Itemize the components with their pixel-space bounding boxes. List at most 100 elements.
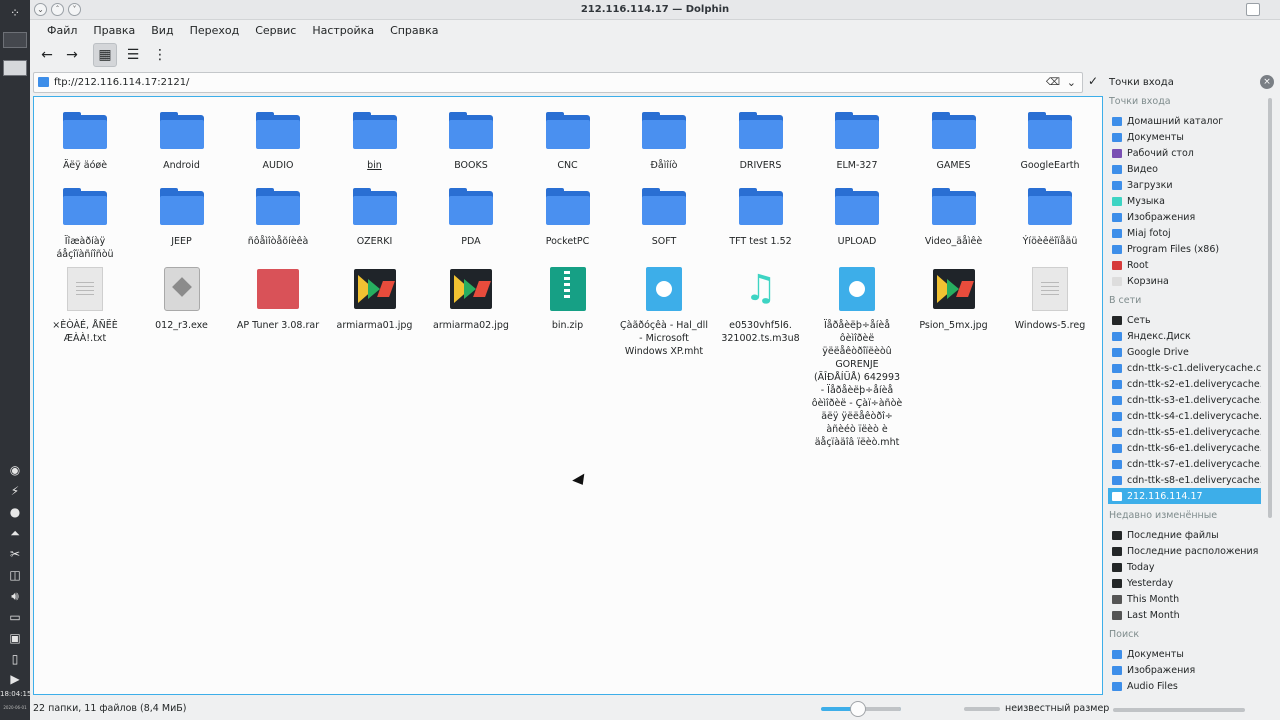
file-item[interactable]: armiarma01.jpg: [327, 267, 423, 332]
pager-desktop-1[interactable]: [3, 32, 27, 48]
places-item[interactable]: Последние файлы: [1108, 527, 1261, 543]
places-item[interactable]: Видео: [1108, 161, 1261, 177]
folder-item[interactable]: DRIVERS: [713, 111, 809, 172]
horizontal-scrollbar[interactable]: [1113, 708, 1245, 712]
screen-icon[interactable]: ◫: [5, 566, 25, 584]
folder-item[interactable]: Video_äåìêè: [906, 187, 1002, 248]
volume-icon[interactable]: 🔊︎: [5, 587, 25, 605]
folder-item[interactable]: OZERKI: [327, 187, 423, 248]
places-item[interactable]: This Month: [1108, 591, 1261, 607]
file-item[interactable]: Çàãðóçêà - Hal_dll - Microsoft Windows X…: [616, 267, 712, 358]
network-icon[interactable]: ⚡: [5, 482, 25, 500]
location-input[interactable]: ftp://212.116.114.17:2121/: [54, 77, 189, 88]
menu-item-5[interactable]: Настройка: [304, 24, 382, 37]
pager-desktop-2[interactable]: [3, 60, 27, 76]
places-item[interactable]: 212.116.114.17: [1108, 488, 1261, 504]
menu-item-4[interactable]: Сервис: [247, 24, 304, 37]
file-item[interactable]: Windows-5.reg: [1002, 267, 1098, 332]
menu-item-2[interactable]: Вид: [143, 24, 181, 37]
media-player-icon[interactable]: ◉: [5, 461, 25, 479]
details-view-icon[interactable]: ⋮: [148, 43, 172, 67]
restore-window-icon[interactable]: [1246, 3, 1260, 16]
places-item[interactable]: Audio Files: [1108, 678, 1261, 694]
file-item[interactable]: 012_r3.exe: [134, 267, 230, 332]
file-item[interactable]: ♫ e0530vhf5l6. 321002.ts.m3u8: [713, 267, 809, 345]
places-item[interactable]: cdn-ttk-s6-e1.deliverycache.co: [1108, 440, 1261, 456]
places-item[interactable]: Корзина: [1108, 273, 1261, 289]
folder-item[interactable]: CNC: [520, 111, 616, 172]
chevron-down-icon[interactable]: ⌄: [1067, 76, 1076, 89]
places-item[interactable]: Google Drive: [1108, 344, 1261, 360]
file-item[interactable]: armiarma02.jpg: [423, 267, 519, 332]
file-item[interactable]: Ïåðåèëþ÷åíèå ôèìîðèë ÿëëåêòðîïëèòû GOREN…: [809, 267, 905, 449]
updates-icon[interactable]: ⏶: [5, 524, 25, 542]
file-view[interactable]: Äëÿ äóøè Android AUDIO bin BOOKS CNC Ðåìîíò DRI…: [33, 96, 1103, 695]
expand-tray-icon[interactable]: ▶: [5, 670, 25, 688]
keyboard-layout-icon[interactable]: ▭: [5, 608, 25, 626]
app-launcher-icon[interactable]: ⁘: [5, 4, 25, 22]
places-item[interactable]: cdn-ttk-s7-e1.deliverycache.co: [1108, 456, 1261, 472]
folder-item[interactable]: ELM-327: [809, 111, 905, 172]
panel-clock[interactable]: 18:04:15: [0, 690, 31, 698]
folder-item[interactable]: TFT test 1.52: [713, 187, 809, 248]
menu-item-1[interactable]: Правка: [85, 24, 143, 37]
folder-item[interactable]: JEEP: [134, 187, 230, 248]
places-item[interactable]: Документы: [1108, 129, 1261, 145]
icons-view-icon[interactable]: ▦: [93, 43, 117, 67]
places-item[interactable]: cdn-ttk-s4-c1.deliverycache.co: [1108, 408, 1261, 424]
places-item[interactable]: Загрузки: [1108, 177, 1261, 193]
places-item[interactable]: Сеть: [1108, 312, 1261, 328]
file-item[interactable]: AP Tuner 3.08.rar: [230, 267, 326, 332]
menu-item-3[interactable]: Переход: [182, 24, 248, 37]
menu-item-6[interactable]: Справка: [382, 24, 446, 37]
battery-icon[interactable]: ▯: [5, 650, 25, 668]
folder-item[interactable]: Ïîæàðíàÿ áåçîïàñíîñòü: [37, 187, 133, 261]
folder-item[interactable]: Android: [134, 111, 230, 172]
folder-item[interactable]: PocketPC: [520, 187, 616, 248]
folder-item[interactable]: Ðåìîíò: [616, 111, 712, 172]
device-icon[interactable]: ▣: [5, 629, 25, 647]
folder-item[interactable]: ñôåìîòåõíèêà: [230, 187, 326, 248]
places-item[interactable]: Last Month: [1108, 607, 1261, 623]
back-arrow-icon[interactable]: ←: [35, 43, 59, 67]
forward-arrow-icon[interactable]: →: [60, 43, 84, 67]
notifications-icon[interactable]: ●: [5, 503, 25, 521]
title-bar[interactable]: ⌄ ˆ ˅ 212.116.114.17 — Dolphin: [30, 0, 1280, 20]
close-panel-icon[interactable]: ×: [1260, 75, 1274, 89]
places-item[interactable]: cdn-ttk-s8-e1.deliverycache.co: [1108, 472, 1261, 488]
folder-item[interactable]: UPLOAD: [809, 187, 905, 248]
file-item[interactable]: ×ÈÒÀÉ, ÅÑËÈ ÆÀÀ!.txt: [37, 267, 133, 345]
places-item[interactable]: cdn-ttk-s-c1.deliverycache.co: [1108, 360, 1261, 376]
folder-item[interactable]: AUDIO: [230, 111, 326, 172]
folder-item[interactable]: PDA: [423, 187, 519, 248]
clipboard-icon[interactable]: ✂: [5, 545, 25, 563]
places-item[interactable]: Изображения: [1108, 209, 1261, 225]
places-scrollbar[interactable]: [1268, 98, 1272, 518]
folder-item[interactable]: GoogleEarth: [1002, 111, 1098, 172]
places-item[interactable]: Документы: [1108, 646, 1261, 662]
zoom-slider-handle[interactable]: [850, 701, 866, 717]
folder-item[interactable]: bin: [327, 111, 423, 172]
folder-item[interactable]: Äëÿ äóøè: [37, 111, 133, 172]
places-item[interactable]: Root: [1108, 257, 1261, 273]
folder-item[interactable]: BOOKS: [423, 111, 519, 172]
places-item[interactable]: cdn-ttk-s3-e1.deliverycache.co: [1108, 392, 1261, 408]
zoom-slider-track[interactable]: [860, 707, 901, 711]
file-item[interactable]: bin.zip: [520, 267, 616, 332]
clear-location-icon[interactable]: ⌫: [1046, 77, 1060, 88]
places-item[interactable]: Today: [1108, 559, 1261, 575]
places-item[interactable]: Яндекс.Диск: [1108, 328, 1261, 344]
location-bar[interactable]: ftp://212.116.114.17:2121/ ⌫ ⌄: [33, 72, 1083, 93]
places-item[interactable]: cdn-ttk-s5-e1.deliverycache.co: [1108, 424, 1261, 440]
confirm-location-icon[interactable]: ✓: [1088, 74, 1098, 88]
places-item[interactable]: Музыка: [1108, 193, 1261, 209]
places-item[interactable]: Miaj fotoj: [1108, 225, 1261, 241]
places-item[interactable]: Изображения: [1108, 662, 1261, 678]
places-item[interactable]: Program Files (x86): [1108, 241, 1261, 257]
menu-item-0[interactable]: Файл: [39, 24, 85, 37]
places-item[interactable]: Последние расположения: [1108, 543, 1261, 559]
places-item[interactable]: Домашний каталог: [1108, 113, 1261, 129]
places-item[interactable]: cdn-ttk-s2-e1.deliverycache.co: [1108, 376, 1261, 392]
folder-item[interactable]: GAMES: [906, 111, 1002, 172]
folder-item[interactable]: Ýíöèêëîïåäü: [1002, 187, 1098, 248]
